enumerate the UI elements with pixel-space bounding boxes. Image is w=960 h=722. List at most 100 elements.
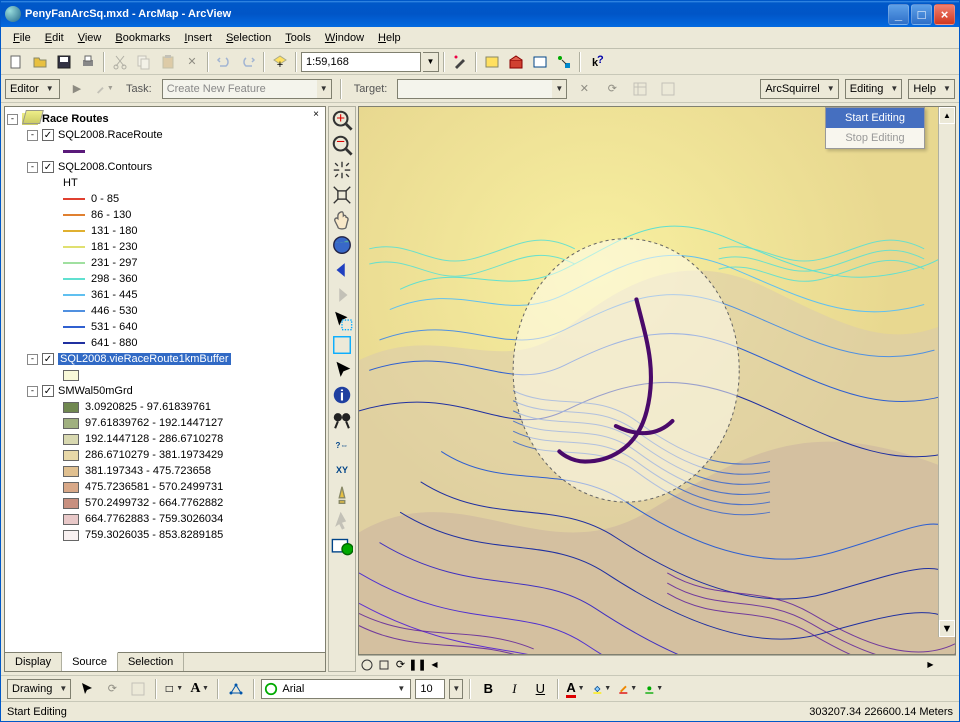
bold-button[interactable]: B	[477, 678, 499, 700]
new-text-button[interactable]: A▼	[189, 678, 211, 700]
scrollbar-vertical[interactable]: ▲ ▼	[938, 107, 955, 637]
delete-button[interactable]: ✕	[181, 51, 203, 73]
tree-layer-grd[interactable]: - ✓ SMWal50mGrd	[7, 383, 323, 399]
attributes-button[interactable]	[629, 78, 651, 100]
html-popup-button[interactable]	[331, 509, 353, 531]
menu-selection[interactable]: Selection	[220, 30, 277, 46]
checkbox[interactable]: ✓	[42, 161, 54, 173]
menu-insert[interactable]: Insert	[178, 30, 218, 46]
scroll-up-button[interactable]: ▲	[939, 107, 955, 124]
drawing-dropdown[interactable]: Drawing ▼	[7, 679, 71, 699]
tree-layer-buffer[interactable]: - ✓ SQL2008.vieRaceRoute1kmBuffer	[7, 351, 323, 367]
help-button[interactable]: k?	[585, 51, 607, 73]
copy-button[interactable]	[133, 51, 155, 73]
cut-button[interactable]	[109, 51, 131, 73]
rotate-button[interactable]: ⟳	[601, 78, 623, 100]
find-button[interactable]	[331, 409, 353, 431]
checkbox[interactable]: ✓	[42, 129, 54, 141]
full-extent-button[interactable]	[331, 234, 353, 256]
open-button[interactable]	[29, 51, 51, 73]
font-color-button[interactable]: A▼	[565, 678, 587, 700]
underline-button[interactable]: U	[529, 678, 551, 700]
forward-button[interactable]	[331, 284, 353, 306]
tab-source[interactable]: Source	[62, 652, 118, 671]
fixed-zoom-out-button[interactable]	[331, 184, 353, 206]
layout-view-button[interactable]	[375, 656, 392, 673]
data-view-button[interactable]	[358, 656, 375, 673]
map-view[interactable]: Start Editing Stop Editing ▲ ▼	[358, 106, 956, 655]
editor-dropdown[interactable]: Editor ▼	[5, 79, 60, 99]
go-to-xy-button[interactable]: XY	[331, 459, 353, 481]
select-elements-button[interactable]	[331, 359, 353, 381]
menu-bookmarks[interactable]: Bookmarks	[109, 30, 176, 46]
zoom-to-elements-button[interactable]	[127, 678, 149, 700]
expand-icon[interactable]: -	[7, 114, 18, 125]
expand-icon[interactable]: -	[27, 162, 38, 173]
scale-dropdown[interactable]: ▼	[423, 52, 439, 72]
fill-color-button[interactable]: ▼	[591, 678, 613, 700]
marker-color-button[interactable]: ▼	[643, 678, 665, 700]
model-builder-button[interactable]	[553, 51, 575, 73]
identify-button[interactable]: i	[331, 384, 353, 406]
expand-icon[interactable]: -	[27, 130, 38, 141]
zoom-in-button[interactable]: +	[331, 109, 353, 131]
menu-view[interactable]: View	[72, 30, 108, 46]
hyperlink-button[interactable]	[331, 484, 353, 506]
menu-tools[interactable]: Tools	[279, 30, 317, 46]
minimize-button[interactable]: _	[888, 4, 909, 25]
back-button[interactable]	[331, 259, 353, 281]
new-button[interactable]	[5, 51, 27, 73]
font-size-input[interactable]	[415, 679, 445, 699]
command-line-button[interactable]	[529, 51, 551, 73]
time-slider-button[interactable]	[331, 534, 353, 556]
new-rectangle-button[interactable]: ▼	[163, 678, 185, 700]
tab-display[interactable]: Display	[5, 653, 62, 671]
font-size-dropdown[interactable]: ▼	[449, 679, 463, 699]
menu-edit[interactable]: Edit	[39, 30, 70, 46]
tree-root[interactable]: - Race Routes	[7, 111, 323, 127]
refresh-button[interactable]: ⟳	[392, 656, 409, 673]
tree-layer-contours[interactable]: - ✓ SQL2008.Contours	[7, 159, 323, 175]
maximize-button[interactable]: □	[911, 4, 932, 25]
line-color-button[interactable]: ▼	[617, 678, 639, 700]
checkbox[interactable]: ✓	[42, 385, 54, 397]
toc-close-button[interactable]: ×	[309, 109, 323, 123]
undo-button[interactable]	[213, 51, 235, 73]
expand-icon[interactable]: -	[27, 354, 38, 365]
toc-tree[interactable]: - Race Routes - ✓ SQL2008.RaceRoute - ✓ …	[5, 107, 325, 652]
scroll-down-button[interactable]: ▼	[939, 620, 955, 637]
tree-layer-raceroute[interactable]: - ✓ SQL2008.RaceRoute	[7, 127, 323, 143]
add-data-button[interactable]: +	[269, 51, 291, 73]
tab-selection[interactable]: Selection	[118, 653, 184, 671]
expand-icon[interactable]: -	[27, 386, 38, 397]
edit-vertices-button[interactable]	[225, 678, 247, 700]
fixed-zoom-in-button[interactable]	[331, 159, 353, 181]
pan-button[interactable]	[331, 209, 353, 231]
scroll-left-button[interactable]: ◀	[426, 656, 443, 673]
font-combo[interactable]: Arial ▼	[261, 679, 411, 699]
measure-button[interactable]: ?⇔	[331, 434, 353, 456]
target-combo[interactable]: ▼	[397, 79, 567, 99]
clear-selection-button[interactable]	[331, 334, 353, 356]
save-button[interactable]	[53, 51, 75, 73]
italic-button[interactable]: I	[503, 678, 525, 700]
arccatalog-button[interactable]	[481, 51, 503, 73]
close-button[interactable]: ×	[934, 4, 955, 25]
scale-input[interactable]: 1:59,168	[301, 52, 421, 72]
arcsquirrel-menu[interactable]: ArcSquirrel ▼	[760, 79, 838, 99]
select-elements-button[interactable]	[75, 678, 97, 700]
sketch-tool-button[interactable]: ▼	[94, 78, 116, 100]
task-combo[interactable]: Create New Feature ▼	[162, 79, 332, 99]
redo-button[interactable]	[237, 51, 259, 73]
menu-file[interactable]: File	[7, 30, 37, 46]
zoom-out-button[interactable]: −	[331, 134, 353, 156]
checkbox[interactable]: ✓	[42, 353, 54, 365]
rotate-button[interactable]: ⟳	[101, 678, 123, 700]
editing-menu[interactable]: Editing ▼	[845, 79, 903, 99]
edit-tool-button[interactable]: ▶	[66, 78, 88, 100]
select-features-button[interactable]	[331, 309, 353, 331]
scroll-right-button[interactable]: ▶	[922, 656, 939, 673]
print-button[interactable]	[77, 51, 99, 73]
sketch-props-button[interactable]	[657, 78, 679, 100]
paste-button[interactable]	[157, 51, 179, 73]
